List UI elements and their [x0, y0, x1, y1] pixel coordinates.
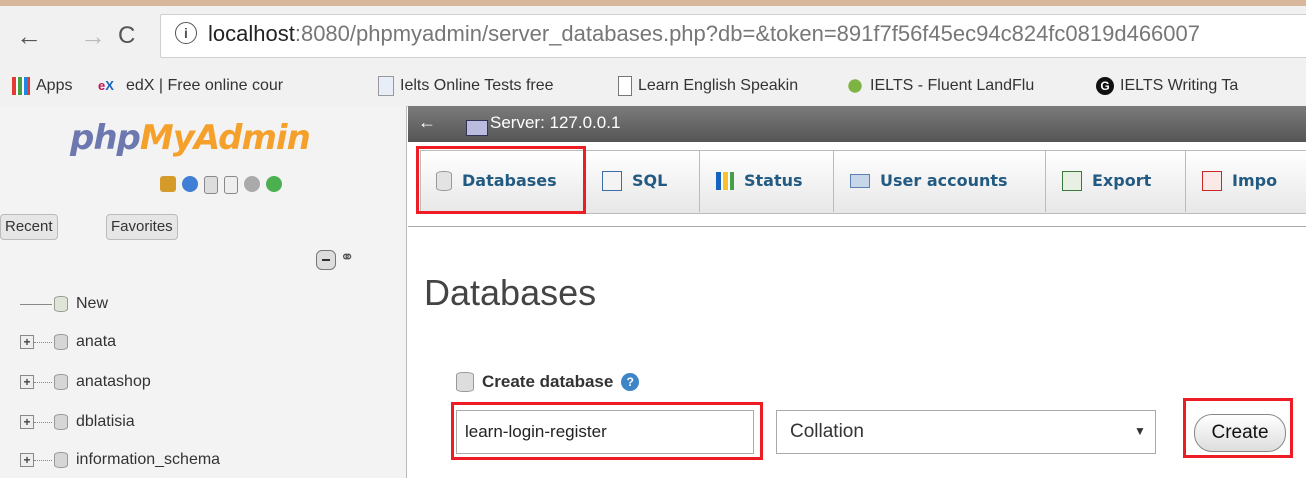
tab-label: User accounts [880, 171, 1008, 190]
tab-status[interactable]: Status [700, 150, 834, 212]
tab-label: SQL [632, 171, 668, 190]
tab-label: Status [744, 171, 803, 190]
forward-arrow-icon[interactable]: → [80, 16, 106, 56]
logo-myadmin: MyAdmin [139, 118, 311, 158]
tree-item-label: anata [76, 333, 117, 350]
databases-tab-highlight [416, 146, 586, 214]
bookmark-edx[interactable]: eX edX | Free online cour [98, 76, 283, 96]
tree-item-information-schema[interactable]: + information_schema [20, 448, 220, 472]
server-icon [466, 120, 488, 136]
url-path: :8080/phpmyadmin/server_databases.php?db… [294, 21, 1201, 46]
import-icon [1202, 171, 1222, 191]
new-database-icon [456, 372, 474, 392]
tree-connector [34, 381, 52, 383]
database-name-highlight [451, 402, 763, 460]
create-database-label: Create database [482, 372, 614, 391]
tab-import[interactable]: Impo [1186, 150, 1306, 212]
help-icon[interactable]: ? [621, 373, 640, 391]
bookmark-ielts-fluent[interactable]: IELTS - Fluent LandFlu [846, 76, 1034, 96]
tab-user-accounts[interactable]: User accounts [834, 150, 1046, 212]
phpmyadmin-logo[interactable]: phpMyAdmin [70, 118, 311, 158]
url-host: localhost [208, 21, 295, 46]
back-arrow-icon[interactable]: ← [16, 16, 42, 56]
tree-connector [34, 421, 52, 423]
page-title: Databases [424, 272, 597, 313]
collapse-sidebar-arrow-icon[interactable]: ← [418, 112, 436, 133]
tree-item-label: information_schema [76, 451, 221, 468]
collapse-all-icon[interactable] [316, 250, 336, 270]
tree-icon [846, 77, 864, 95]
create-button-highlight [1183, 398, 1293, 458]
tree-item-label: anatashop [76, 373, 151, 390]
server-breadcrumb[interactable]: Server: 127.0.0.1 [490, 113, 620, 133]
tab-label: Impo [1232, 171, 1278, 190]
page-icon [618, 76, 632, 96]
bookmark-label: Learn English Speakin [638, 77, 799, 94]
bookmark-label: IELTS Writing Ta [1120, 77, 1239, 94]
expand-icon[interactable]: + [20, 415, 34, 429]
bookmark-label: edX | Free online cour [126, 77, 284, 94]
tree-item-anatashop[interactable]: + anatashop [20, 370, 151, 394]
apps-grid-icon [12, 77, 30, 95]
database-icon [54, 452, 68, 468]
home-icon[interactable] [160, 176, 176, 192]
reload-nav-icon[interactable] [266, 176, 282, 192]
bookmark-ielts-writing[interactable]: G IELTS Writing Ta [1096, 76, 1238, 96]
database-icon [54, 374, 68, 390]
docs-page-icon[interactable] [224, 176, 238, 194]
status-chart-icon [716, 172, 734, 190]
expand-icon[interactable]: + [20, 453, 34, 467]
tree-item-dblatisia[interactable]: + dblatisia [20, 410, 135, 434]
page-icon [378, 76, 394, 96]
create-database-heading: Create database ? [456, 372, 640, 392]
database-icon [54, 334, 68, 350]
tree-item-label: dblatisia [76, 413, 135, 430]
user-accounts-icon [850, 174, 870, 188]
sql-icon [602, 171, 622, 191]
logo-php: php [70, 118, 141, 158]
logout-icon[interactable] [182, 176, 198, 192]
tree-connector [34, 459, 52, 461]
favorites-button[interactable]: Favorites [106, 214, 178, 240]
bookmark-label: Apps [36, 77, 73, 94]
bookmark-label: Ielts Online Tests free [400, 77, 554, 94]
collation-selected-value: Collation [790, 421, 864, 442]
link-icon[interactable]: ⚭ [340, 248, 354, 268]
url-text[interactable]: localhost:8080/phpmyadmin/server_databas… [208, 20, 1200, 48]
tree-connector [34, 341, 52, 343]
bookmark-apps[interactable]: Apps [12, 76, 72, 96]
reload-icon[interactable]: C [118, 16, 135, 56]
g-icon: G [1096, 77, 1114, 95]
tree-connector [20, 303, 52, 305]
tab-sql[interactable]: SQL [586, 150, 700, 212]
bookmark-learn-english[interactable]: Learn English Speakin [618, 76, 798, 96]
tree-item-anata[interactable]: + anata [20, 330, 116, 354]
tree-item-label: New [76, 295, 109, 312]
expand-icon[interactable]: + [20, 375, 34, 389]
expand-icon[interactable]: + [20, 335, 34, 349]
edx-icon: eX [98, 78, 114, 93]
new-database-icon [54, 296, 68, 312]
recent-button[interactable]: Recent [0, 214, 58, 240]
docs-icon[interactable] [204, 176, 218, 194]
bookmark-ielts-online[interactable]: Ielts Online Tests free [378, 76, 554, 96]
chevron-down-icon: ▼ [1134, 424, 1146, 438]
bookmark-label: IELTS - Fluent LandFlu [870, 77, 1035, 94]
tree-item-new[interactable]: New [20, 292, 108, 316]
settings-gear-icon[interactable] [244, 176, 260, 192]
export-icon [1062, 171, 1082, 191]
info-icon[interactable]: i [175, 22, 197, 44]
sidebar-icon-row [160, 176, 282, 194]
tab-export[interactable]: Export [1046, 150, 1186, 212]
tab-label: Export [1092, 171, 1152, 190]
database-icon [54, 414, 68, 430]
